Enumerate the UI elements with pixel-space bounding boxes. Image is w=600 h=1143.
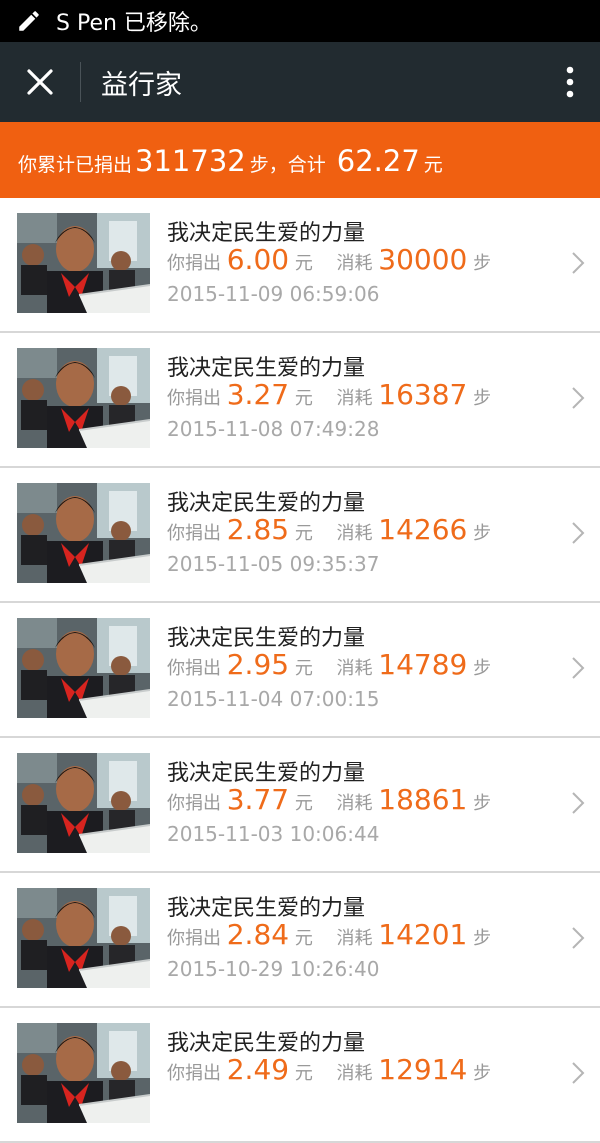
donation-list-item[interactable]: 我决定民生爱的力量 你捐出 6.00 元 消耗 30000 步 2015-11-… xyxy=(0,198,600,333)
more-vertical-icon xyxy=(566,66,574,98)
chevron-right-icon xyxy=(572,792,585,814)
chevron-right-icon xyxy=(572,387,585,409)
step-label: 步 xyxy=(473,1063,492,1084)
donation-list-item[interactable]: 我决定民生爱的力量 你捐出 3.77 元 消耗 18861 步 2015-11-… xyxy=(0,738,600,873)
donation-detail: 你捐出 3.27 元 消耗 16387 步 xyxy=(167,378,491,411)
yuan-label: 元 xyxy=(294,658,313,679)
donation-detail: 你捐出 2.84 元 消耗 14201 步 xyxy=(167,918,491,951)
steps-consumed: 18861 xyxy=(378,783,468,816)
donation-list-item[interactable]: 我决定民生爱的力量 你捐出 2.49 元 消耗 12914 步 xyxy=(0,1008,600,1143)
donation-list: 我决定民生爱的力量 你捐出 6.00 元 消耗 30000 步 2015-11-… xyxy=(0,198,600,1143)
donation-date: 2015-11-08 07:49:28 xyxy=(167,417,380,441)
close-button[interactable] xyxy=(0,42,80,122)
project-thumbnail-image xyxy=(17,1023,150,1123)
chevron-right-icon xyxy=(572,657,585,679)
donation-date: 2015-11-04 07:00:15 xyxy=(167,687,380,711)
yuan-label: 元 xyxy=(294,253,313,274)
consume-label: 消耗 xyxy=(336,658,373,679)
yuan-label: 元 xyxy=(294,388,313,409)
yuan-label: 元 xyxy=(294,793,313,814)
donation-list-item[interactable]: 我决定民生爱的力量 你捐出 3.27 元 消耗 16387 步 2015-11-… xyxy=(0,333,600,468)
pen-icon xyxy=(19,11,39,31)
donation-date: 2015-11-09 06:59:06 xyxy=(167,282,380,306)
donation-detail: 你捐出 3.77 元 消耗 18861 步 xyxy=(167,783,491,816)
donation-detail: 你捐出 2.95 元 消耗 14789 步 xyxy=(167,648,491,681)
chevron-right-icon xyxy=(572,522,585,544)
chevron-right-icon xyxy=(572,927,585,949)
status-bar: S Pen 已移除。 xyxy=(0,0,600,42)
consume-label: 消耗 xyxy=(336,388,373,409)
steps-consumed: 12914 xyxy=(378,1053,468,1086)
donation-amount: 2.85 xyxy=(226,513,290,546)
consume-label: 消耗 xyxy=(336,1063,373,1084)
step-label: 步 xyxy=(473,928,492,949)
donation-amount: 2.84 xyxy=(226,918,290,951)
summary-unit: 元 xyxy=(423,154,443,176)
donation-amount: 3.77 xyxy=(226,783,290,816)
step-label: 步 xyxy=(473,523,492,544)
step-label: 步 xyxy=(473,658,492,679)
step-label: 步 xyxy=(473,388,492,409)
donation-amount: 2.49 xyxy=(226,1053,290,1086)
toolbar: 益行家 xyxy=(0,42,600,122)
donation-detail: 你捐出 2.49 元 消耗 12914 步 xyxy=(167,1053,491,1086)
chevron-right-icon xyxy=(572,1062,585,1084)
step-label: 步 xyxy=(473,253,492,274)
donation-amount: 2.95 xyxy=(226,648,290,681)
donate-label: 你捐出 xyxy=(167,523,221,544)
consume-label: 消耗 xyxy=(336,523,373,544)
step-label: 步 xyxy=(473,793,492,814)
donate-label: 你捐出 xyxy=(167,658,221,679)
consume-label: 消耗 xyxy=(336,793,373,814)
project-thumbnail-image xyxy=(17,618,150,718)
summary-steps: 311732 xyxy=(135,144,246,178)
close-icon xyxy=(27,69,53,95)
toolbar-divider xyxy=(80,62,81,102)
donation-date: 2015-10-29 10:26:40 xyxy=(167,957,380,981)
summary-mid: 步，合计 xyxy=(249,154,326,176)
donation-summary-banner: 你累计已捐出 311732 步，合计 62.27 元 xyxy=(0,122,600,198)
donate-label: 你捐出 xyxy=(167,1063,221,1084)
donate-label: 你捐出 xyxy=(167,388,221,409)
steps-consumed: 30000 xyxy=(378,243,468,276)
project-thumbnail-image xyxy=(17,213,150,313)
donation-list-item[interactable]: 我决定民生爱的力量 你捐出 2.85 元 消耗 14266 步 2015-11-… xyxy=(0,468,600,603)
donation-list-item[interactable]: 我决定民生爱的力量 你捐出 2.95 元 消耗 14789 步 2015-11-… xyxy=(0,603,600,738)
chevron-right-icon xyxy=(572,252,585,274)
project-thumbnail-image xyxy=(17,888,150,988)
yuan-label: 元 xyxy=(294,928,313,949)
donate-label: 你捐出 xyxy=(167,793,221,814)
consume-label: 消耗 xyxy=(336,253,373,274)
donation-detail: 你捐出 6.00 元 消耗 30000 步 xyxy=(167,243,491,276)
consume-label: 消耗 xyxy=(336,928,373,949)
donate-label: 你捐出 xyxy=(167,928,221,949)
donation-amount: 3.27 xyxy=(226,378,290,411)
more-options-button[interactable] xyxy=(540,42,600,122)
yuan-label: 元 xyxy=(294,523,313,544)
donation-date: 2015-11-05 09:35:37 xyxy=(167,552,380,576)
steps-consumed: 14789 xyxy=(378,648,468,681)
steps-consumed: 14201 xyxy=(378,918,468,951)
donation-detail: 你捐出 2.85 元 消耗 14266 步 xyxy=(167,513,491,546)
donation-amount: 6.00 xyxy=(226,243,290,276)
project-thumbnail-image xyxy=(17,348,150,448)
project-thumbnail-image xyxy=(17,753,150,853)
donation-date: 2015-11-03 10:06:44 xyxy=(167,822,380,846)
donate-label: 你捐出 xyxy=(167,253,221,274)
yuan-label: 元 xyxy=(294,1063,313,1084)
summary-prefix: 你累计已捐出 xyxy=(18,154,133,176)
steps-consumed: 16387 xyxy=(378,378,468,411)
donation-list-item[interactable]: 我决定民生爱的力量 你捐出 2.84 元 消耗 14201 步 2015-10-… xyxy=(0,873,600,1008)
steps-consumed: 14266 xyxy=(378,513,468,546)
status-text: S Pen 已移除。 xyxy=(56,11,212,36)
project-thumbnail-image xyxy=(17,483,150,583)
summary-amount: 62.27 xyxy=(336,144,420,178)
page-title: 益行家 xyxy=(101,69,182,101)
